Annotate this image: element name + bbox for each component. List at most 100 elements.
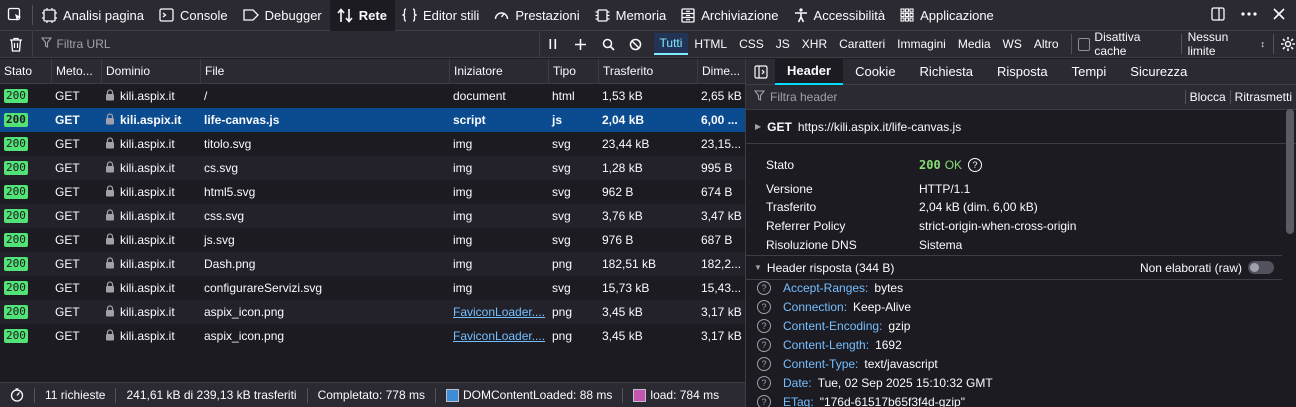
- type-filter-css[interactable]: CSS: [733, 34, 770, 54]
- help-icon[interactable]: ?: [757, 338, 771, 352]
- type-filter-immagini[interactable]: Immagini: [891, 34, 952, 54]
- column-header-initiator[interactable]: Iniziatore: [449, 59, 548, 83]
- tab-debugger[interactable]: Debugger: [236, 0, 330, 31]
- element-picker-icon[interactable]: [0, 0, 30, 31]
- table-row[interactable]: 200 GET kili.aspix.it / document html 1,53 kB 2…: [0, 84, 745, 108]
- type-filter-caratteri[interactable]: Caratteri: [833, 34, 891, 54]
- select-arrows-icon: ↕: [1260, 39, 1266, 49]
- table-row[interactable]: 200 GET kili.aspix.it Dash.png img png 182,51 …: [0, 252, 745, 276]
- tab-style-editor[interactable]: Editor stili: [395, 0, 487, 31]
- table-row[interactable]: 200 GET kili.aspix.it js.svg img svg 976 B 687 …: [0, 228, 745, 252]
- response-headers-section[interactable]: ▼ Header risposta (344 B) Non elaborati …: [746, 255, 1282, 280]
- request-list: Stato Meto... Dominio File Iniziatore Tipo Tra…: [0, 59, 745, 382]
- help-icon[interactable]: ?: [757, 300, 771, 314]
- type-filter-js[interactable]: JS: [770, 34, 796, 54]
- help-icon[interactable]: ?: [757, 376, 771, 390]
- block-icon[interactable]: [622, 31, 650, 58]
- type-filter-html[interactable]: HTML: [688, 34, 733, 54]
- tab-performance[interactable]: Prestazioni: [487, 0, 587, 31]
- response-header-row[interactable]: ? Content-Type: text/javascript: [757, 357, 938, 371]
- cell-status: 200: [0, 108, 51, 132]
- block-button[interactable]: Blocca: [1184, 90, 1230, 104]
- details-tab-header[interactable]: Header: [775, 59, 844, 85]
- type-filter-ws[interactable]: WS: [997, 34, 1028, 54]
- column-header-method[interactable]: Meto...: [51, 59, 101, 83]
- details-tab-tempi[interactable]: Tempi: [1060, 59, 1119, 85]
- performance-analysis-icon[interactable]: [0, 387, 35, 403]
- details-tab-richiesta[interactable]: Richiesta: [908, 59, 985, 85]
- size-text: 182,2...: [701, 257, 742, 271]
- cell-status: 200: [0, 324, 51, 348]
- request-type-filters: Tutti HTML CSS JS XHR Caratteri Immagini Media W…: [653, 31, 1065, 58]
- details-scrollbar[interactable]: [1286, 109, 1294, 234]
- tab-network[interactable]: Rete: [329, 0, 395, 31]
- search-icon[interactable]: [594, 31, 622, 58]
- size-text: 3,47 kB: [701, 209, 742, 223]
- response-header-row[interactable]: ? Content-Length: 1692: [757, 338, 902, 352]
- disable-cache-checkbox[interactable]: [1077, 37, 1091, 51]
- pause-icon[interactable]: [539, 30, 567, 58]
- help-icon[interactable]: ?: [757, 281, 771, 295]
- help-icon[interactable]: ?: [757, 319, 771, 333]
- throttle-select[interactable]: Nessun limite ↕: [1180, 30, 1266, 58]
- type-filter-media[interactable]: Media: [952, 34, 997, 54]
- file-text: titolo.svg: [204, 137, 252, 151]
- resend-button[interactable]: Ritrasmetti: [1229, 90, 1296, 104]
- raw-switch[interactable]: [1248, 261, 1274, 274]
- raw-toggle[interactable]: Non elaborati (raw): [1140, 261, 1274, 275]
- response-header-row[interactable]: ? ETag: "176d-61517b65f3f4d-gzip": [757, 395, 965, 407]
- initiator-link[interactable]: FaviconLoader....: [453, 329, 545, 343]
- response-header-row[interactable]: ? Accept-Ranges: bytes: [757, 281, 903, 295]
- tab-storage[interactable]: Archiviazione: [674, 0, 786, 31]
- tab-accessibility[interactable]: Accessibilità: [787, 0, 894, 31]
- type-filter-xhr[interactable]: XHR: [796, 34, 833, 54]
- close-icon[interactable]: [1272, 7, 1286, 24]
- help-icon[interactable]: ?: [757, 395, 771, 407]
- add-request-icon[interactable]: [567, 31, 595, 58]
- more-options-icon[interactable]: [1240, 6, 1258, 25]
- filter-headers-input[interactable]: Filtra header Blocca Ritrasmetti: [746, 85, 1296, 110]
- toggle-sidebar-icon[interactable]: [746, 59, 775, 85]
- status-badge: 200: [4, 185, 28, 199]
- column-header-size[interactable]: Dime...: [697, 59, 745, 83]
- table-row[interactable]: 200 GET kili.aspix.it html5.svg img svg 962 B 6…: [0, 180, 745, 204]
- details-tab-risposta[interactable]: Risposta: [985, 59, 1060, 85]
- table-row[interactable]: 200 GET kili.aspix.it configurareServizi.sv…: [0, 276, 745, 300]
- tab-memory[interactable]: Memoria: [588, 0, 675, 31]
- response-header-row[interactable]: ? Date: Tue, 02 Sep 2025 15:10:32 GMT: [757, 376, 993, 390]
- table-row[interactable]: 200 GET kili.aspix.it aspix_icon.png Favicon…: [0, 300, 745, 324]
- type-filter-altro[interactable]: Altro: [1028, 34, 1065, 54]
- load-time: load: 784 ms: [650, 388, 720, 402]
- type-filter-tutti[interactable]: Tutti: [653, 33, 689, 55]
- column-header-file[interactable]: File: [200, 59, 449, 83]
- tab-application[interactable]: Applicazione: [893, 0, 1002, 31]
- tab-inspector[interactable]: Analisi pagina: [35, 0, 152, 31]
- cell-file: cs.svg: [200, 156, 449, 180]
- table-row[interactable]: 200 GET kili.aspix.it css.svg img svg 3,76 kB 3…: [0, 204, 745, 228]
- table-row[interactable]: 200 GET kili.aspix.it cs.svg img svg 1,28 kB 99…: [0, 156, 745, 180]
- table-row[interactable]: 200 GET kili.aspix.it aspix_icon.png Favicon…: [0, 324, 745, 348]
- transferred-text: 182,51 kB: [602, 257, 657, 271]
- dock-icon[interactable]: [1210, 6, 1226, 25]
- column-header-status[interactable]: Stato: [0, 59, 51, 83]
- tab-console[interactable]: Console: [152, 0, 236, 31]
- cell-status: 200: [0, 252, 51, 276]
- request-url-summary[interactable]: ▶ GET https://kili.aspix.it/life-canvas.…: [746, 110, 1296, 144]
- response-header-row[interactable]: ? Content-Encoding: gzip: [757, 319, 910, 333]
- details-tab-cookie[interactable]: Cookie: [843, 59, 907, 85]
- help-icon[interactable]: ?: [968, 158, 983, 172]
- settings-gear-icon[interactable]: [1273, 34, 1296, 54]
- help-icon[interactable]: ?: [757, 357, 771, 371]
- trash-icon[interactable]: [0, 31, 32, 58]
- response-header-row[interactable]: ? Connection: Keep-Alive: [757, 300, 911, 314]
- domain-text: kili.aspix.it: [120, 281, 175, 295]
- details-tab-sicurezza[interactable]: Sicurezza: [1118, 59, 1199, 85]
- disable-cache-toggle[interactable]: Disattiva cache: [1070, 30, 1175, 58]
- column-header-type[interactable]: Tipo: [548, 59, 598, 83]
- table-row[interactable]: 200 GET kili.aspix.it life-canvas.js script j…: [0, 108, 745, 132]
- filter-url-input[interactable]: Filtra URL: [31, 30, 500, 58]
- initiator-link[interactable]: FaviconLoader....: [453, 305, 545, 319]
- table-row[interactable]: 200 GET kili.aspix.it titolo.svg img svg 23,44…: [0, 132, 745, 156]
- column-header-domain[interactable]: Dominio: [101, 59, 200, 83]
- column-header-transferred[interactable]: Trasferito: [598, 59, 697, 83]
